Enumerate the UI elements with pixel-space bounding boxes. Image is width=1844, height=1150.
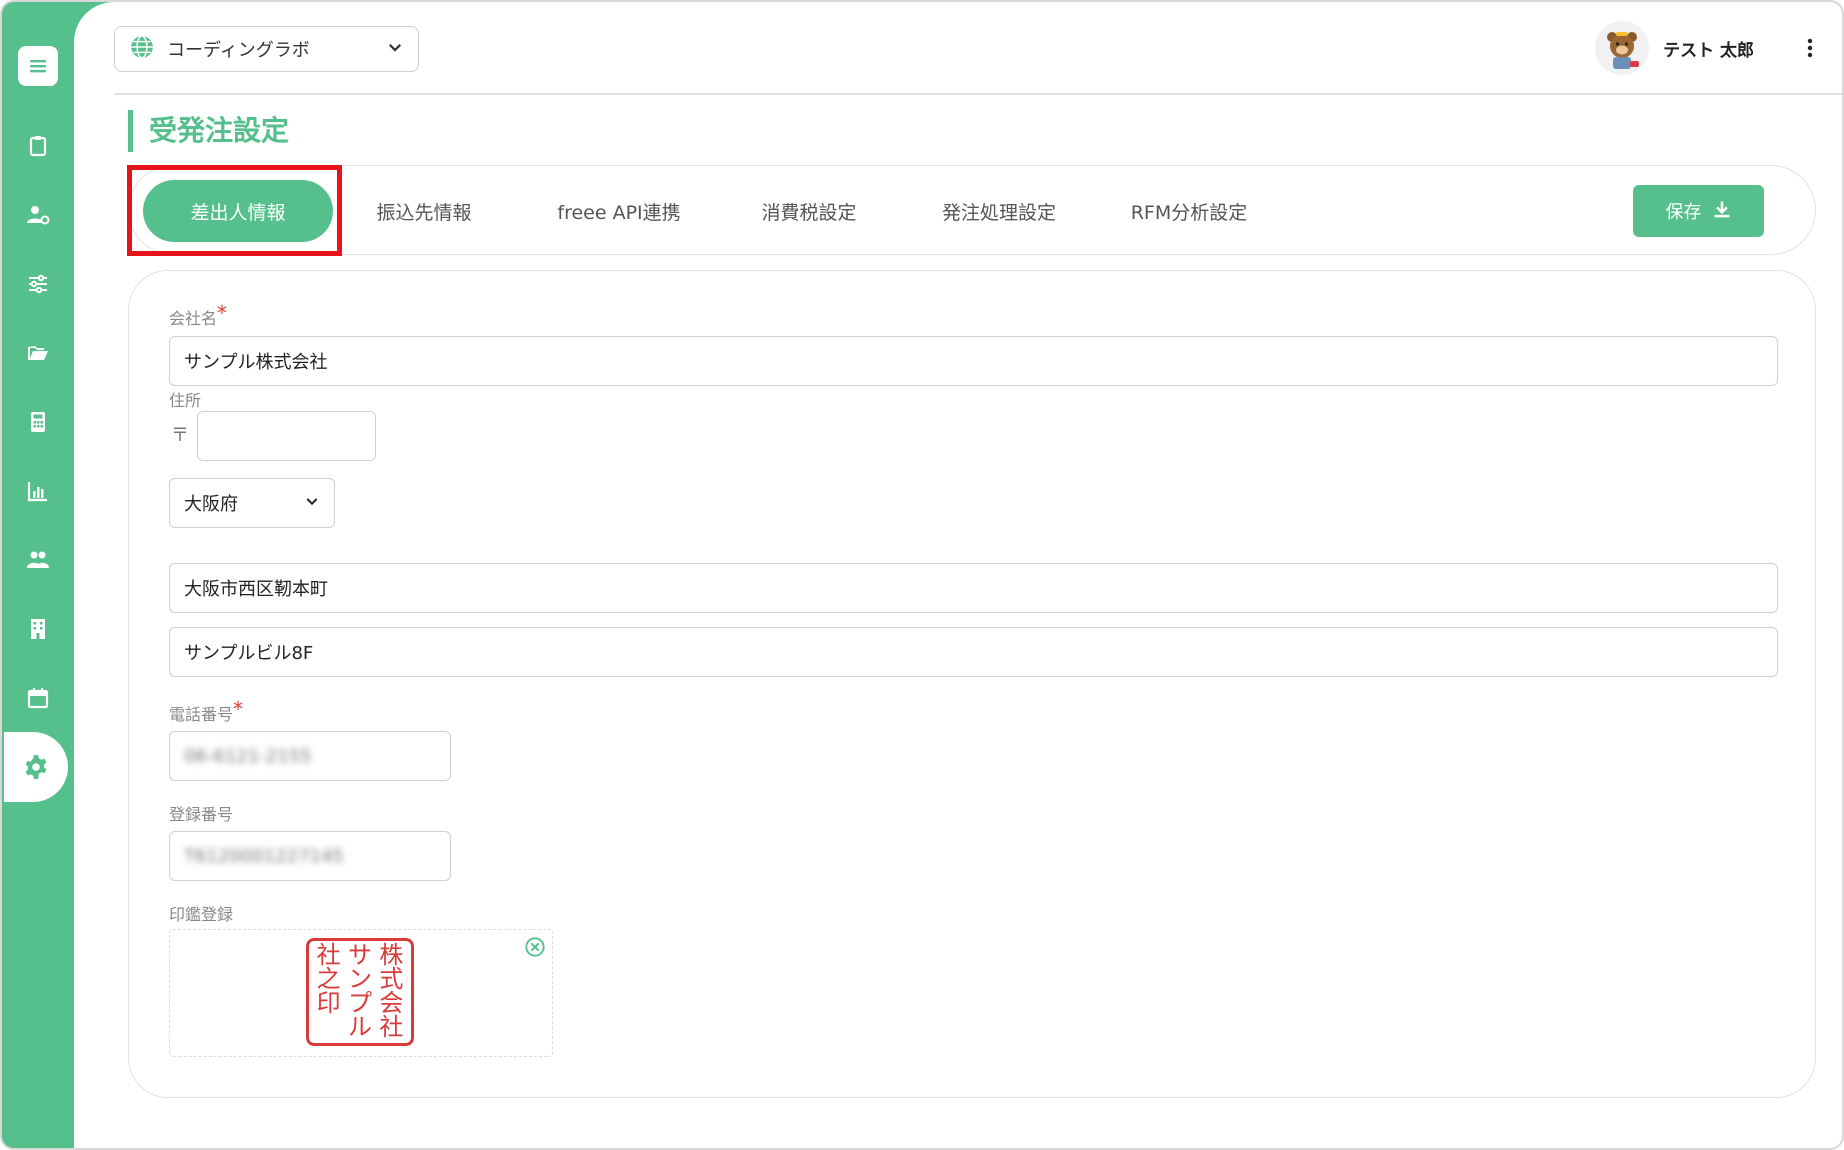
seal-label: 印鑑登録: [169, 905, 234, 924]
tab-order-processing[interactable]: 発注処理設定: [914, 180, 1084, 242]
gear-icon[interactable]: [4, 732, 68, 802]
required-mark: *: [217, 301, 228, 325]
seal-image: 株式会社 サンプル 社之印: [306, 938, 414, 1046]
company-name-input[interactable]: サンプル株式会社: [169, 336, 1778, 386]
address-line2-input[interactable]: サンプルビル8F: [169, 627, 1778, 677]
seal-column-1: 株式会社: [379, 941, 404, 1041]
company-label: 会社名*: [169, 301, 227, 329]
company-name-value: サンプル株式会社: [184, 352, 328, 373]
address-label: 住所: [169, 391, 202, 410]
postal-code-input[interactable]: [197, 411, 376, 461]
phone-label: 電話番号*: [169, 697, 243, 725]
bar-chart-icon[interactable]: [2, 463, 74, 519]
organization-select[interactable]: コーディングラボ: [114, 26, 419, 72]
phone-label-text: 電話番号: [169, 705, 234, 724]
user-name: テスト 太郎: [1663, 40, 1754, 61]
prefecture-value: 大阪府: [184, 494, 238, 515]
tab-freee-api[interactable]: freee API連携: [524, 180, 714, 242]
prefecture-select[interactable]: 大阪府: [169, 478, 335, 528]
required-mark: *: [233, 697, 244, 721]
avatar[interactable]: [1595, 21, 1650, 75]
seal-upload-area[interactable]: 株式会社 サンプル 社之印: [169, 929, 553, 1057]
highlight-box: [127, 165, 342, 256]
page-title: 受発注設定: [128, 110, 289, 152]
calculator-icon[interactable]: [2, 394, 74, 450]
chevron-down-icon: [304, 493, 320, 514]
seal-column-2: サンプル: [347, 941, 372, 1041]
tab-bar: 差出人情報 振込先情報 freee API連携 消費税設定 発注処理設定 RFM…: [128, 165, 1816, 255]
clipboard-icon[interactable]: [2, 118, 74, 174]
company-label-text: 会社名: [169, 309, 218, 328]
seal-column-3: 社之印: [316, 941, 341, 1017]
menu-icon[interactable]: [18, 46, 58, 86]
more-vertical-icon[interactable]: [1798, 36, 1822, 60]
users-icon[interactable]: [2, 532, 74, 588]
registration-number-value: T6120001227145: [184, 845, 344, 867]
save-button[interactable]: 保存: [1633, 185, 1764, 237]
tab-bank-info[interactable]: 振込先情報: [349, 180, 499, 242]
sliders-icon[interactable]: [2, 256, 74, 312]
tab-tax-settings[interactable]: 消費税設定: [729, 180, 889, 242]
phone-value: 06-6121-2155: [184, 745, 312, 767]
address-line1-value: 大阪市西区靭本町: [184, 579, 328, 600]
address-line1-input[interactable]: 大阪市西区靭本町: [169, 563, 1778, 613]
download-icon: [1712, 199, 1732, 224]
organization-name: コーディングラボ: [167, 40, 310, 61]
tab-rfm-analysis[interactable]: RFM分析設定: [1104, 180, 1274, 242]
chevron-down-icon: [386, 38, 404, 60]
save-label: 保存: [1665, 202, 1702, 223]
remove-seal-icon[interactable]: [524, 936, 546, 958]
postal-mark: 〒: [171, 425, 189, 446]
top-header: コーディングラボ テスト 太郎: [114, 2, 1842, 95]
sender-form-card: 会社名* サンプル株式会社 住所 〒 大阪府 大阪市西区靭本町 サンプルビル8F…: [128, 270, 1816, 1098]
phone-input[interactable]: 06-6121-2155: [169, 731, 451, 781]
app-window: コーディングラボ テスト 太郎 受発注設定 差出人情報 振込先情報 freee …: [0, 0, 1844, 1150]
registration-label: 登録番号: [169, 805, 234, 824]
user-menu[interactable]: テスト 太郎: [1595, 20, 1822, 76]
calendar-icon[interactable]: [2, 670, 74, 726]
globe-icon: [129, 34, 155, 64]
sidebar-curve: [74, 2, 114, 42]
address-line2-value: サンプルビル8F: [184, 643, 314, 664]
building-icon[interactable]: [2, 601, 74, 657]
sidebar: [2, 2, 74, 1148]
registration-number-input[interactable]: T6120001227145: [169, 831, 451, 881]
folder-open-icon[interactable]: [2, 325, 74, 381]
user-gear-icon[interactable]: [2, 187, 74, 243]
